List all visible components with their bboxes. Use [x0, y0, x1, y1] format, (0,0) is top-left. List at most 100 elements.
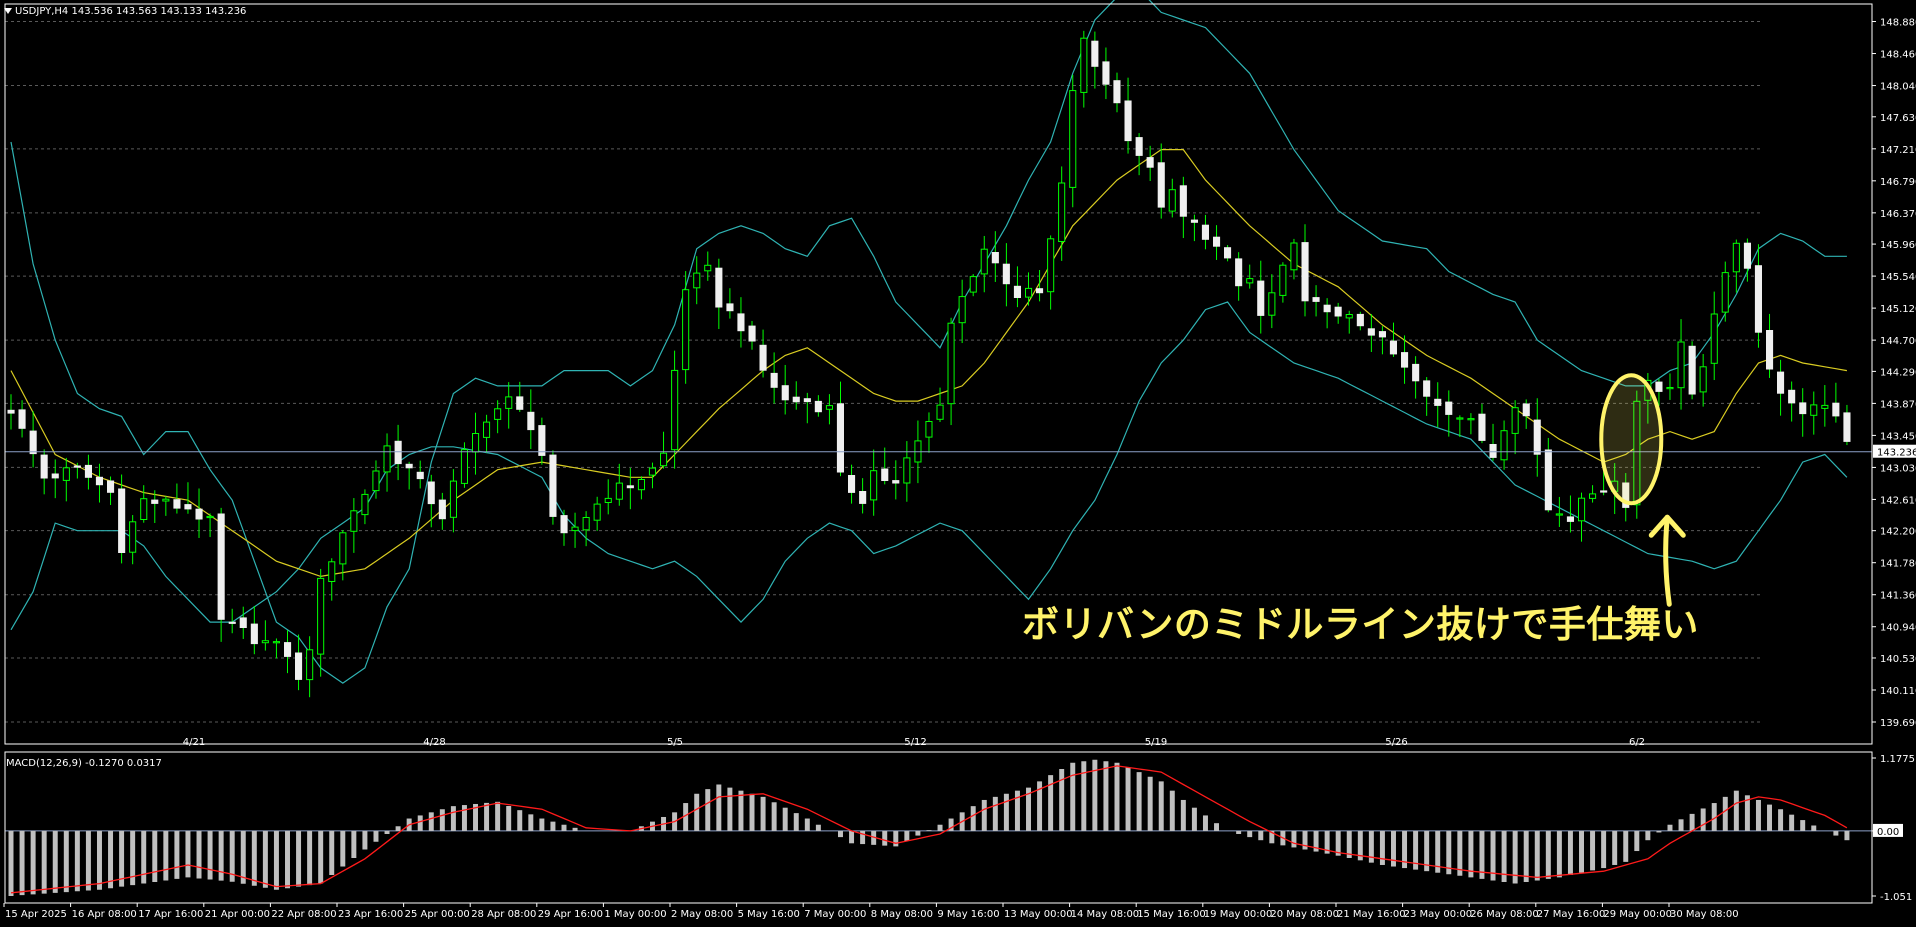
- candle-bull: [339, 532, 347, 565]
- time-label: 8 May 08:00: [871, 909, 933, 920]
- candle-bull: [62, 467, 70, 481]
- price-tick-label: 146.790: [1880, 177, 1916, 188]
- week-label: 5/26: [1385, 737, 1407, 748]
- candle-bear: [859, 491, 867, 504]
- candle-bull: [969, 276, 977, 293]
- candle-bull: [825, 405, 834, 410]
- candle-bull: [947, 322, 955, 405]
- candle-bear: [726, 303, 734, 312]
- candle-bear: [438, 499, 446, 520]
- macd-panel: 1.1775 0.00 -1.051: [5, 754, 1915, 903]
- candle-bear: [836, 403, 845, 473]
- candle-bear: [560, 515, 568, 534]
- candle-bear: [792, 396, 800, 403]
- price-tick-label: 142.610: [1880, 495, 1916, 506]
- candle-bear: [1013, 285, 1022, 298]
- candle-bull: [361, 493, 369, 516]
- candle-bull: [1589, 493, 1597, 499]
- candle-bear: [1124, 100, 1132, 142]
- candle-bear: [748, 325, 756, 342]
- time-label: 23 Apr 16:00: [338, 909, 403, 920]
- symbol-header-text: USDJPY,H4 143.536 143.563 143.133 143.23…: [15, 6, 247, 17]
- time-label: 21 May 16:00: [1337, 909, 1406, 920]
- bollinger-middle-line: [10, 149, 1848, 578]
- candle-bear: [29, 430, 37, 455]
- candle-bull: [1732, 242, 1740, 273]
- candle-bull: [671, 369, 679, 451]
- candle-bull: [1246, 278, 1254, 284]
- candle-bear: [770, 372, 778, 388]
- candle-bull: [980, 248, 988, 275]
- candle-bear: [1522, 403, 1530, 417]
- candle-bear: [73, 465, 81, 468]
- candle-bull: [1290, 242, 1298, 271]
- price-axis: 148.880 148.460 148.040 147.630 147.210 146.7…: [1872, 18, 1916, 729]
- candle-bear: [1754, 265, 1763, 333]
- time-label: 25 Apr 00:00: [405, 909, 470, 920]
- candle-bull: [660, 452, 668, 467]
- macd-tick-label: 1.1775: [1880, 754, 1915, 765]
- candle-bull: [1710, 313, 1718, 364]
- candle-bull: [903, 457, 911, 484]
- candle-bear: [1412, 363, 1420, 382]
- candle-bear: [1799, 402, 1807, 415]
- macd-label: MACD(12,26,9) -0.1270 0.0317: [6, 758, 162, 769]
- price-tick-label: 148.460: [1880, 50, 1916, 61]
- price-tick-label: 144.290: [1880, 367, 1916, 378]
- candle-bull: [1168, 189, 1176, 212]
- time-label: 23 May 00:00: [1404, 909, 1473, 920]
- price-tick-label: 147.630: [1880, 113, 1916, 124]
- price-tick-label: 145.960: [1880, 240, 1916, 251]
- candle-bull: [350, 510, 358, 532]
- dropdown-triangle-icon[interactable]: [4, 8, 12, 14]
- current-price-label: 143.236: [1877, 448, 1916, 459]
- candle-bear: [1146, 157, 1154, 168]
- candle-bear: [1235, 258, 1243, 287]
- candle-bull: [1721, 272, 1729, 313]
- candle-bear: [814, 400, 822, 413]
- time-label: 29 Apr 16:00: [538, 909, 603, 920]
- price-tick-label: 144.700: [1880, 336, 1916, 347]
- candle-bull: [1500, 430, 1508, 461]
- time-label: 30 May 08:00: [1670, 909, 1739, 920]
- candle-bear: [1655, 381, 1663, 392]
- week-label: 4/21: [183, 737, 205, 748]
- price-tick-label: 145.540: [1880, 272, 1916, 283]
- candle-bear: [1323, 304, 1331, 313]
- candle-bear: [1213, 236, 1221, 247]
- candle-bull: [637, 479, 646, 491]
- candle-bear: [427, 481, 435, 505]
- candle-bear: [1091, 40, 1099, 67]
- candle-bull: [925, 421, 933, 438]
- candle-bull: [317, 577, 325, 655]
- candle-bear: [892, 480, 900, 484]
- candle-bull: [162, 498, 170, 502]
- candle-bear: [405, 463, 413, 469]
- candle-bull: [704, 264, 712, 272]
- candle-bull: [1080, 37, 1088, 93]
- candle-bull: [261, 640, 269, 644]
- candle-bear: [1434, 398, 1442, 406]
- candle-bull: [472, 433, 480, 453]
- candle-bear: [881, 468, 889, 481]
- annotation-text: ボリバンのミドルライン抜けで手仕舞い: [1022, 603, 1699, 646]
- candle-bear: [1113, 80, 1121, 104]
- candle-bull: [936, 404, 944, 420]
- candle-bear: [1002, 263, 1010, 285]
- candle-bull: [206, 515, 214, 519]
- candle-bull: [1025, 287, 1033, 298]
- candle-bear: [184, 504, 192, 510]
- price-tick-label: 146.370: [1880, 209, 1916, 220]
- time-label: 1 May 00:00: [604, 909, 666, 920]
- week-label: 6/2: [1629, 737, 1645, 748]
- price-tick-label: 145.120: [1880, 304, 1916, 315]
- candle-bear: [1334, 306, 1342, 317]
- time-label: 29 May 00:00: [1603, 909, 1672, 920]
- macd-tick-label: -1.051: [1880, 892, 1912, 903]
- candle-bear: [1201, 224, 1210, 240]
- chart-root: 148.880 148.460 148.040 147.630 147.210 146.7…: [0, 0, 1916, 923]
- candle-bear: [1401, 352, 1409, 368]
- candle-bull: [682, 289, 690, 371]
- price-tick-label: 147.210: [1880, 145, 1916, 156]
- candle-bull: [460, 449, 468, 484]
